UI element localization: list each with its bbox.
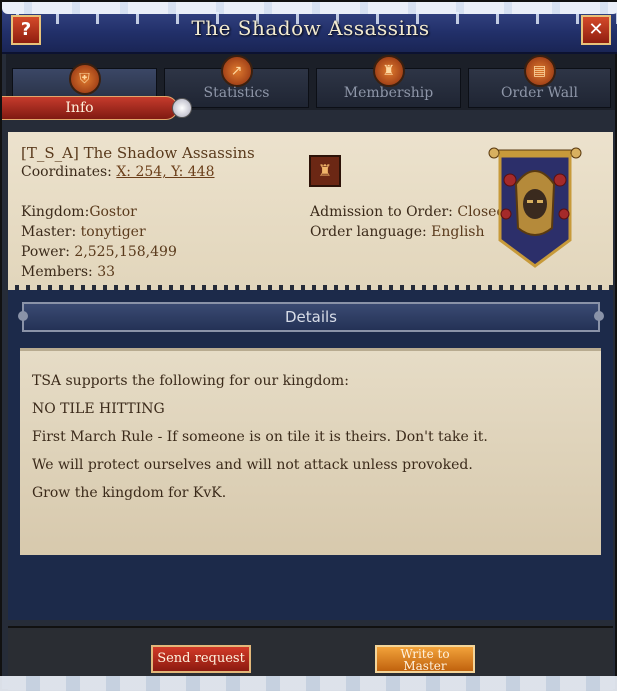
details-line: TSA supports the following for our kingd… <box>32 373 349 389</box>
members-label: Members: <box>21 264 93 280</box>
details-line: We will protect ourselves and will not a… <box>32 457 473 473</box>
details-line: NO TILE HITTING <box>32 401 165 417</box>
kingdom-row: Kingdom:Gostor <box>21 204 137 220</box>
admission-row: Admission to Order: Closed <box>310 204 505 220</box>
language-value: English <box>431 224 485 240</box>
details-section: Details TSA supports the following for o… <box>8 290 613 620</box>
master-row: Master: tonytiger <box>21 224 146 240</box>
kingdom-label: Kingdom: <box>21 204 90 220</box>
details-text-panel: TSA supports the following for our kingd… <box>20 348 601 555</box>
order-window: The Shadow Assassins ? ✕ ⛨ ↗ Statistics … <box>0 0 617 691</box>
coordinates-link[interactable]: X: 254, Y: 448 <box>116 164 214 180</box>
power-row: Power: 2,525,158,499 <box>21 244 177 260</box>
write-to-master-button[interactable]: Write to Master <box>375 645 475 673</box>
members-value: 33 <box>97 264 116 280</box>
tab-order-wall[interactable]: ▤ Order Wall <box>468 55 611 108</box>
power-label: Power: <box>21 244 70 260</box>
send-request-button[interactable]: Send request <box>151 645 251 673</box>
kingdom-value: Gostor <box>89 204 137 220</box>
power-value: 2,525,158,499 <box>74 244 177 260</box>
language-label: Order language: <box>310 224 427 240</box>
hooded-assassin-banner-icon <box>488 147 582 268</box>
order-info-panel: [T_S_A] The Shadow Assassins Coordinates… <box>8 132 613 291</box>
window-title: The Shadow Assassins <box>191 16 430 40</box>
help-icon: ? <box>20 19 32 40</box>
order-name: [T_S_A] The Shadow Assassins <box>21 144 255 162</box>
tab-info-label: Info <box>65 100 94 116</box>
close-button[interactable]: ✕ <box>581 15 611 45</box>
title-bar: The Shadow Assassins ? ✕ <box>2 2 617 54</box>
active-tab-ribbon[interactable]: Info <box>2 96 178 120</box>
help-button[interactable]: ? <box>11 15 41 45</box>
chart-icon: ↗ <box>220 55 253 87</box>
close-icon: ✕ <box>588 19 604 40</box>
scroll-icon: ▤ <box>523 55 556 87</box>
language-row: Order language: English <box>310 224 485 240</box>
coordinates-row: Coordinates: X: 254, Y: 448 <box>21 164 215 180</box>
master-value: tonytiger <box>80 224 146 240</box>
shield-crest-icon: ⛨ <box>68 63 101 95</box>
tab-membership-label: Membership <box>343 85 434 101</box>
castle-tower-icon[interactable]: ♜ <box>309 155 341 187</box>
master-label: Master: <box>21 224 77 240</box>
details-line: First March Rule - If someone is on tile… <box>32 429 488 445</box>
tab-membership[interactable]: ♜ Membership <box>316 55 461 108</box>
snow-decoration-bottom <box>0 676 617 691</box>
tab-order-wall-label: Order Wall <box>500 85 579 101</box>
members-row: Members: 33 <box>21 264 115 280</box>
helmet-icon: ♜ <box>372 55 405 87</box>
write-to-master-label-line2: Master <box>403 659 447 673</box>
coordinates-label: Coordinates: <box>21 164 112 180</box>
ribbon-knob-decoration <box>172 98 192 118</box>
details-header: Details <box>18 302 604 332</box>
details-line: Grow the kingdom for KvK. <box>32 485 227 501</box>
admission-label: Admission to Order: <box>310 204 453 220</box>
